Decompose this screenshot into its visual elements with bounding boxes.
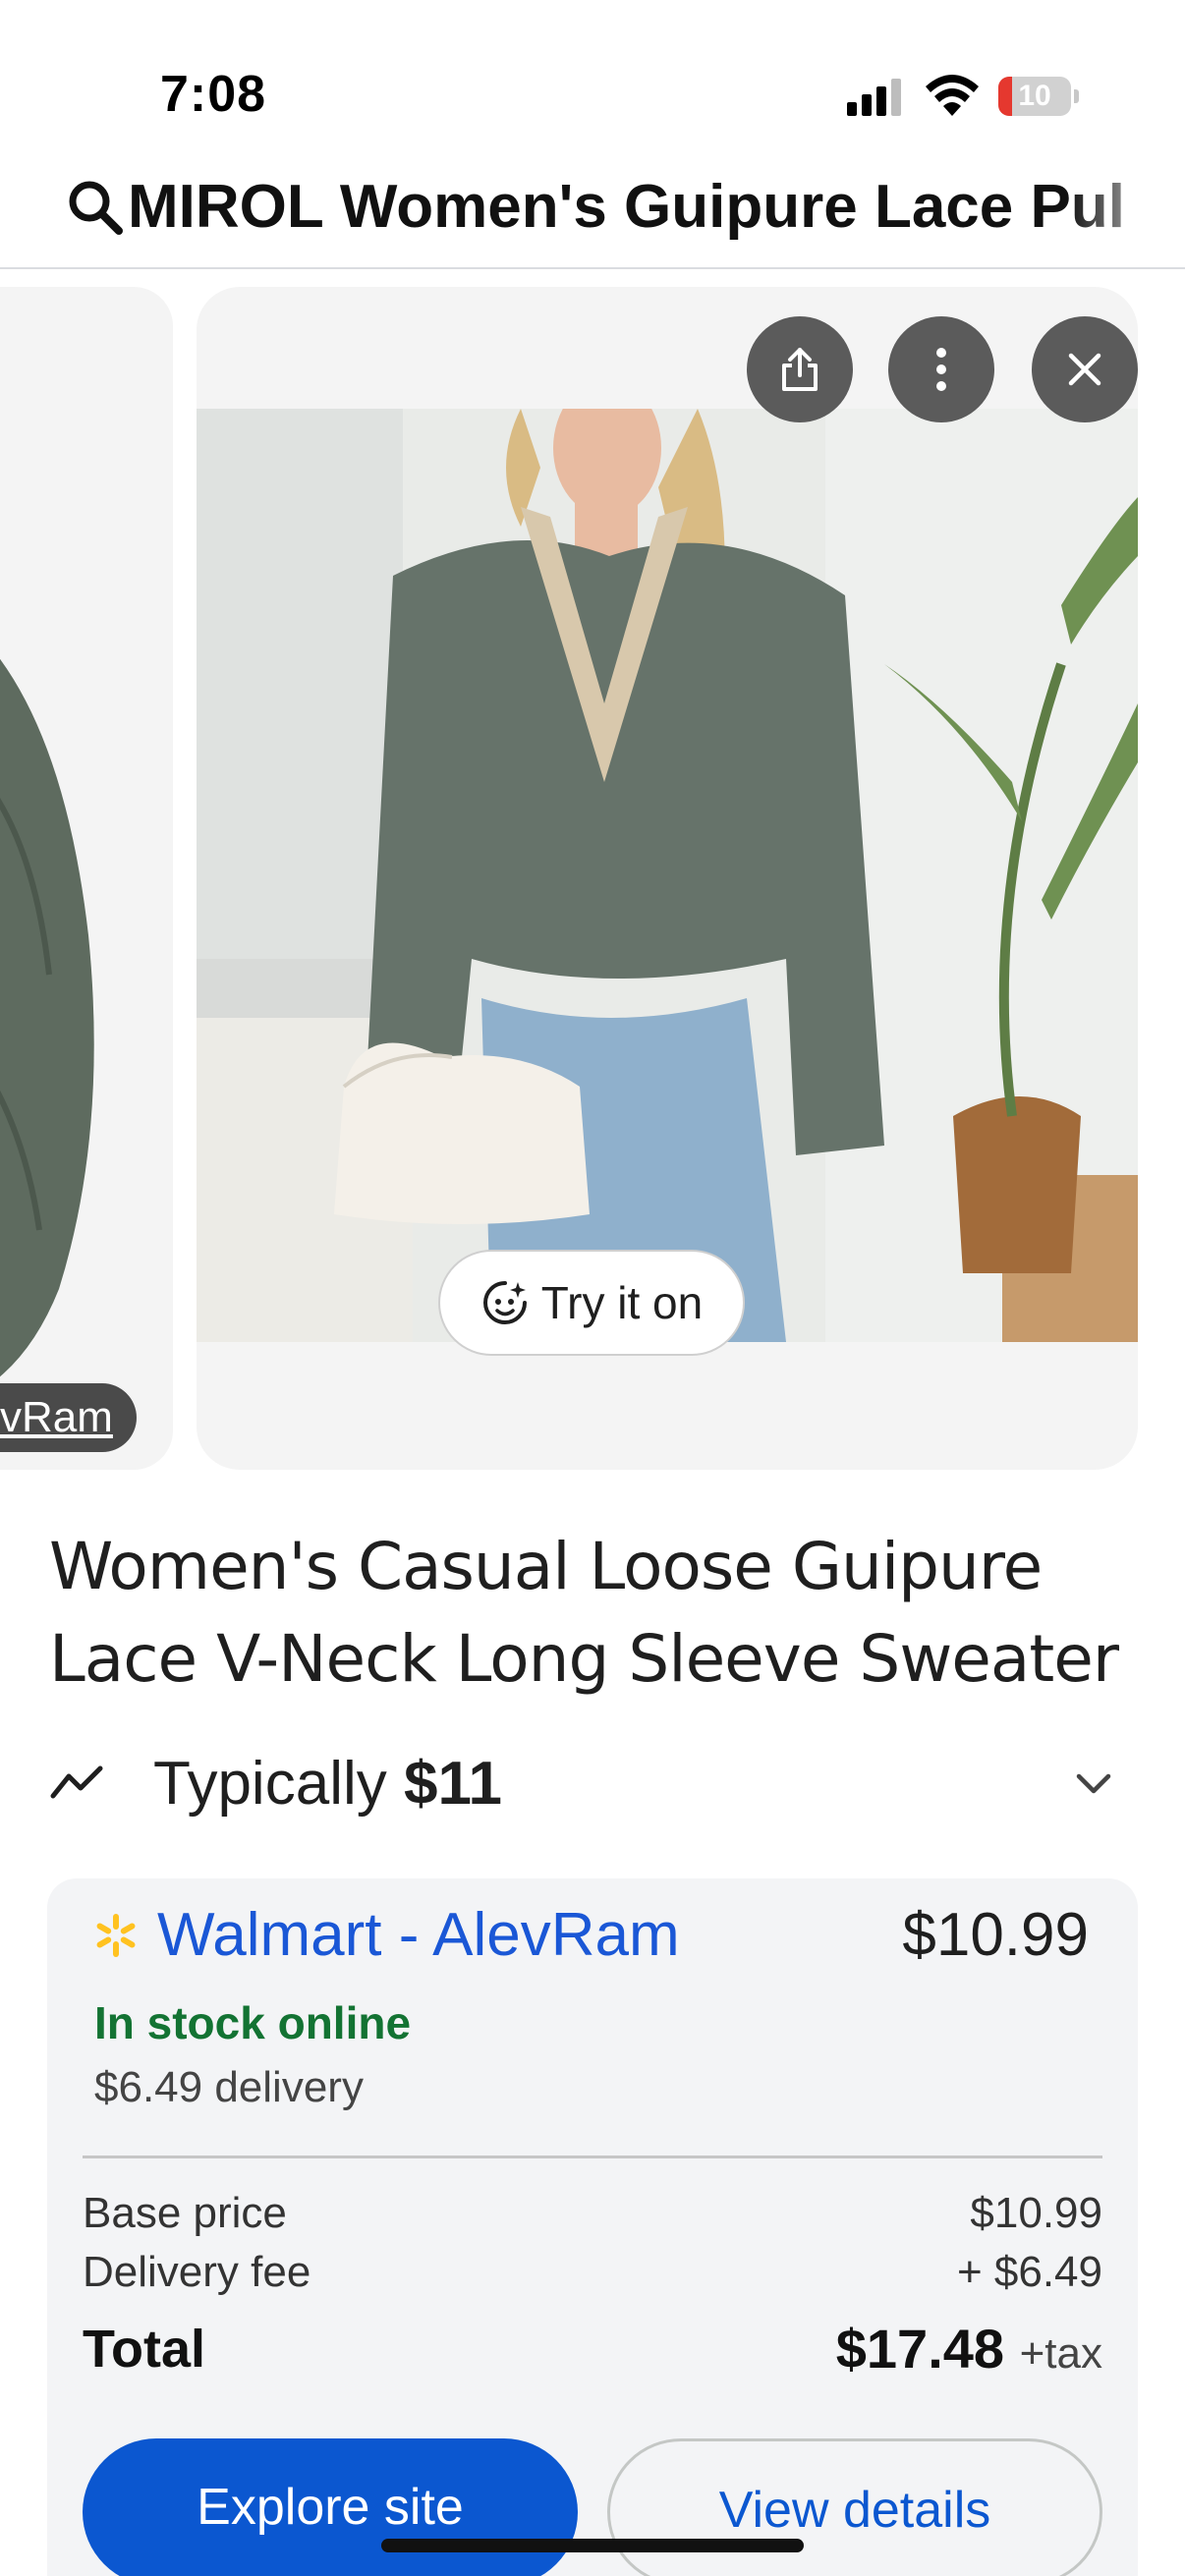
seller-link[interactable]: Walmart - AlevRam [157, 1900, 680, 1970]
previous-image-card[interactable]: vRam [0, 287, 173, 1470]
chevron-down-icon[interactable] [1073, 1764, 1114, 1804]
price-trend-icon [50, 1765, 103, 1799]
search-query[interactable]: MIROL Women's Guipure Lace Pul [128, 169, 1130, 246]
share-icon [782, 348, 818, 391]
delivery-fee-value: + $6.49 [956, 2248, 1102, 2296]
cellular-signal-icon [847, 79, 901, 116]
try-it-on-label: Try it on [540, 1277, 704, 1328]
search-bar[interactable]: MIROL Women's Guipure Lace Pul [0, 157, 1185, 269]
delivery-fee-label: Delivery fee [83, 2248, 311, 2296]
typical-price-text: Typically $11 [153, 1749, 502, 1819]
search-icon [69, 181, 123, 235]
more-options-button[interactable] [888, 316, 994, 422]
close-button[interactable] [1032, 316, 1138, 422]
product-title: Women's Casual Loose Guipure Lace V-Neck… [49, 1529, 1119, 1697]
home-indicator[interactable] [381, 2539, 804, 2552]
close-icon [1068, 353, 1101, 386]
explore-site-button[interactable]: Explore site [83, 2438, 578, 2576]
typically-label: Typically [153, 1750, 387, 1818]
battery-indicator: 10 [998, 77, 1079, 116]
share-button[interactable] [747, 316, 853, 422]
wifi-icon [926, 75, 979, 116]
walmart-spark-icon [96, 1914, 136, 1957]
divider [83, 2156, 1102, 2158]
typical-price-row[interactable]: Typically $11 [0, 1739, 1185, 1827]
offer-price: $10.99 [902, 1901, 1089, 1969]
typical-price-value: $11 [403, 1750, 503, 1818]
battery-level: 10 [1018, 80, 1051, 112]
product-photo [197, 409, 1138, 1342]
try-on-icon [482, 1281, 527, 1324]
previous-product-photo [0, 658, 94, 1377]
tax-suffix: +tax [1019, 2329, 1102, 2378]
offer-card: Walmart - AlevRam $10.99 In stock online… [47, 1878, 1138, 2576]
stock-status: In stock online [94, 1997, 412, 2048]
base-price-label: Base price [83, 2189, 287, 2237]
total-price: $17.48 +tax [836, 2317, 1102, 2380]
total-value: $17.48 [835, 2318, 1005, 2380]
delivery-cost: $6.49 delivery [94, 2063, 364, 2111]
view-details-button[interactable]: View details [607, 2438, 1102, 2576]
product-image-card[interactable]: Try it on [197, 287, 1138, 1470]
status-time: 7:08 [160, 66, 267, 123]
previous-card-merchant-link[interactable]: vRam [0, 1383, 137, 1452]
total-label: Total [83, 2320, 205, 2379]
more-vert-icon [936, 348, 946, 391]
try-it-on-button[interactable]: Try it on [438, 1250, 745, 1356]
base-price-value: $10.99 [970, 2189, 1102, 2237]
